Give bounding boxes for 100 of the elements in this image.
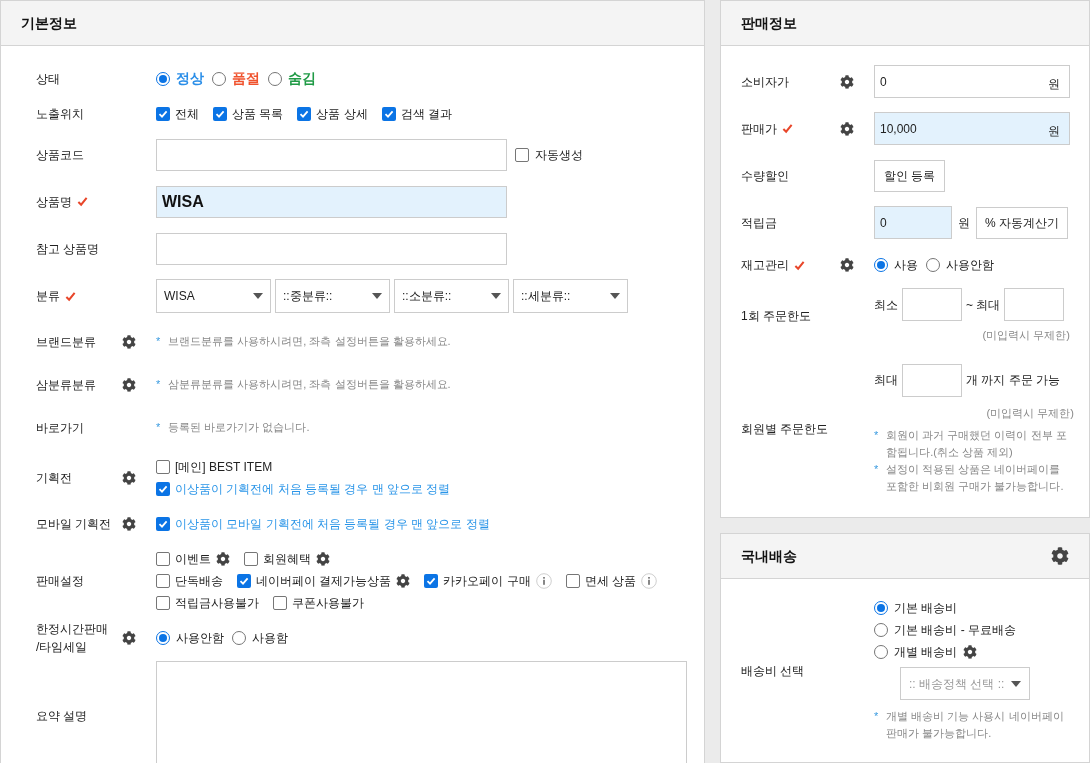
radio-label: 숨김 — [288, 69, 316, 88]
field-label: 모바일 기획전 — [36, 515, 112, 533]
checkbox[interactable] — [515, 147, 529, 162]
dropdown[interactable]: WISA — [156, 279, 271, 313]
radio-label: 기본 배송비 - 무료배송 — [894, 622, 1016, 639]
radio-button[interactable] — [874, 645, 888, 659]
max-field[interactable] — [902, 363, 962, 397]
gear-icon[interactable] — [122, 377, 136, 392]
unit-label: 원 — [1048, 123, 1060, 140]
field-label: 배송비 선택 — [741, 662, 805, 680]
checkbox-label: [메인] BEST ITEM — [175, 458, 273, 476]
field-label: 상품명 — [36, 193, 72, 211]
gear-icon[interactable] — [396, 573, 411, 588]
text-field[interactable] — [156, 138, 507, 171]
gear-icon[interactable] — [840, 258, 854, 272]
caret-icon — [372, 293, 382, 299]
radio-label: 정상 — [176, 69, 204, 88]
text-field[interactable]: WISA — [156, 185, 507, 218]
radio-button[interactable] — [212, 71, 226, 86]
checkbox-label: 전체 — [175, 105, 199, 123]
amount-field[interactable]: 0 — [874, 206, 952, 239]
radio-button[interactable] — [874, 601, 888, 615]
field-label: 브랜드분류 — [36, 333, 96, 351]
field-label: 재고관리 — [741, 257, 789, 274]
checkbox-label: 쿠폰사용불가 — [292, 594, 364, 612]
checkbox-label: 카카오페이 구매 — [443, 572, 531, 590]
text-field[interactable] — [156, 232, 507, 265]
radio-button[interactable] — [874, 623, 888, 637]
checkbox[interactable] — [213, 106, 227, 121]
caret-icon — [491, 293, 501, 299]
bullet-mark: * — [156, 377, 161, 392]
gear-icon[interactable] — [840, 74, 854, 89]
gear-icon[interactable] — [840, 121, 854, 136]
checkbox-label: 단독배송 — [175, 572, 223, 590]
radio-button[interactable] — [232, 630, 246, 645]
info-icon[interactable] — [641, 572, 658, 589]
field-label: 1회 주문한도 — [741, 307, 811, 325]
gear-icon[interactable] — [1051, 547, 1069, 565]
checkbox[interactable] — [156, 516, 170, 531]
radio-label: 사용안함 — [176, 629, 224, 647]
checkbox-label: 자동생성 — [535, 146, 583, 164]
max-label: 최대 — [874, 372, 898, 389]
caret-icon — [253, 293, 263, 299]
checkbox[interactable] — [156, 595, 170, 610]
hint-text: (미입력시 무제한) — [982, 328, 1070, 343]
field-label: 판매가 — [741, 120, 777, 138]
field-label: 회원별 주문한도 — [741, 421, 829, 439]
max-field[interactable] — [1004, 288, 1065, 321]
checkbox[interactable] — [381, 106, 396, 121]
field-label: 바로가기 — [36, 419, 84, 437]
radio-button[interactable] — [156, 630, 170, 645]
dropdown[interactable]: ::중분류:: — [275, 279, 390, 313]
max-label: ~ 최대 — [966, 296, 1001, 314]
panel-title: 기본정보 — [21, 13, 77, 33]
checkbox[interactable] — [156, 106, 170, 121]
min-field[interactable] — [902, 288, 962, 321]
checkbox[interactable] — [156, 459, 170, 474]
gear-icon[interactable] — [963, 645, 978, 659]
field-label: 한정시간판매 /타임세일 — [36, 620, 108, 656]
note-text: 회원이 과거 구매했던 이력이 전부 포함됩니다.(취소 상품 제외) — [886, 428, 1068, 460]
radio-label: 품절 — [232, 69, 260, 88]
unit-text: 개 까지 주문 가능 — [966, 372, 1060, 389]
radio-label: 사용 — [894, 257, 918, 274]
field-label: 요약 설명 — [36, 708, 88, 725]
bullet-mark: * — [874, 462, 879, 477]
checkbox-label: 상품 목록 — [232, 105, 284, 123]
note-text: 브랜드분류를 사용하시려면, 좌측 설정버튼을 활용하세요. — [168, 334, 451, 349]
field-label: 참고 상품명 — [36, 240, 100, 258]
radio-button[interactable] — [926, 258, 940, 272]
dropdown[interactable]: ::세분류:: — [513, 279, 628, 313]
gear-icon[interactable] — [316, 551, 330, 566]
checkbox-label: 상품 상세 — [316, 105, 368, 123]
discount-button[interactable]: 할인 등록 — [874, 159, 946, 192]
gear-icon[interactable] — [216, 551, 230, 566]
gear-icon[interactable] — [122, 334, 136, 349]
gear-icon[interactable] — [122, 470, 136, 485]
bullet-mark: * — [156, 334, 161, 349]
dropdown[interactable]: ::소분류:: — [394, 279, 509, 313]
radio-button[interactable] — [156, 71, 170, 86]
gear-icon[interactable] — [122, 630, 136, 645]
radio-button[interactable] — [268, 71, 282, 86]
note-text: 설정이 적용된 상품은 네이버페이를 포함한 비회원 구매가 불가능합니다. — [886, 462, 1065, 494]
gear-icon[interactable] — [122, 516, 136, 531]
radio-button[interactable] — [874, 258, 888, 272]
calculator-button[interactable]: % 자동계산기 — [976, 206, 1068, 239]
checkbox[interactable] — [273, 595, 287, 610]
checkbox-label: 이상품이 모바일 기획전에 처음 등록될 경우 맨 앞으로 정렬 — [175, 515, 490, 533]
info-icon[interactable] — [535, 572, 552, 589]
field-label: 수량할인 — [741, 167, 789, 185]
checkbox[interactable] — [424, 573, 439, 588]
bullet-mark: * — [874, 709, 879, 724]
checkbox[interactable] — [237, 573, 251, 588]
checkbox[interactable] — [297, 106, 312, 121]
checkbox[interactable] — [565, 573, 580, 588]
checkbox[interactable] — [244, 551, 258, 566]
panel-title: 국내배송 — [741, 546, 797, 566]
checkbox[interactable] — [156, 481, 170, 496]
checkbox[interactable] — [156, 551, 170, 566]
checkbox[interactable] — [156, 573, 170, 588]
hint-text: (미입력시 무제한) — [986, 405, 1074, 421]
